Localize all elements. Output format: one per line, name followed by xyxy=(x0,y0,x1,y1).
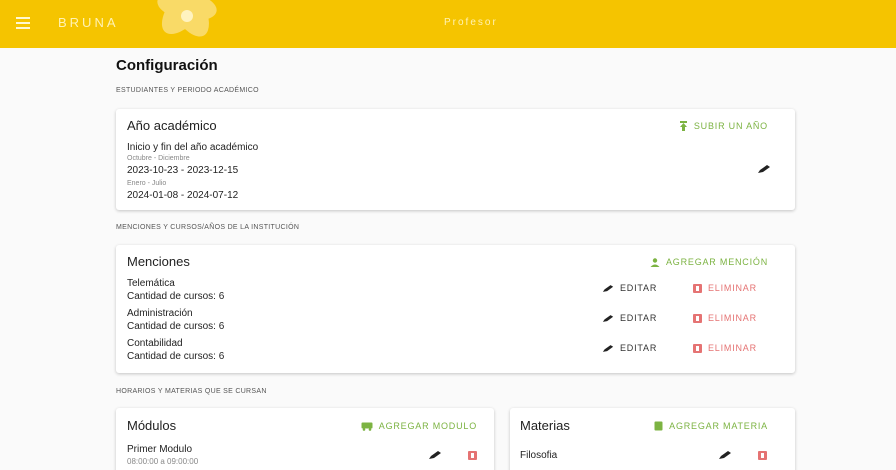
person-add-icon xyxy=(650,257,660,267)
user-role: Profesor xyxy=(444,17,498,28)
level-up-button[interactable]: SUBIR UN AÑO xyxy=(679,121,768,131)
pencil-icon[interactable] xyxy=(718,450,732,460)
delete-button[interactable]: ELIMINAR xyxy=(693,283,757,293)
pencil-icon xyxy=(602,284,614,292)
trash-icon[interactable] xyxy=(468,451,477,460)
brand-name: BRUNA xyxy=(58,15,119,30)
edit-button[interactable]: EDITAR xyxy=(602,343,657,353)
subject-name: Filosofia xyxy=(520,450,558,461)
pencil-icon xyxy=(602,314,614,322)
subjects-card: Materias AGREGAR MATERIA Filosofia xyxy=(510,408,795,470)
pencil-icon[interactable] xyxy=(428,450,442,460)
book-icon xyxy=(654,421,663,431)
delete-button[interactable]: ELIMINAR xyxy=(693,343,757,353)
trash-icon xyxy=(693,343,702,353)
edit-label: EDITAR xyxy=(620,343,658,353)
trash-icon[interactable] xyxy=(758,451,767,460)
delete-label: ELIMINAR xyxy=(708,313,757,323)
mention-name: Telemática xyxy=(127,278,175,289)
delete-button[interactable]: ELIMINAR xyxy=(693,313,757,323)
top-app-bar: BRUNA Profesor xyxy=(0,0,896,48)
edit-label: EDITAR xyxy=(620,283,658,293)
period-range: 2023-10-23 - 2023-12-15 xyxy=(127,165,239,176)
delete-label: ELIMINAR xyxy=(708,283,757,293)
pencil-icon[interactable] xyxy=(757,164,771,174)
section-label-students: ESTUDIANTES Y PERIODO ACADÉMICO xyxy=(116,87,259,94)
academic-year-subtitle: Inicio y fin del año académico xyxy=(127,142,259,153)
mention-courses: Cantidad de cursos: 6 xyxy=(127,291,225,302)
level-up-label: SUBIR UN AÑO xyxy=(693,121,768,131)
add-subject-label: AGREGAR MATERIA xyxy=(669,421,768,431)
edit-label: EDITAR xyxy=(620,313,658,323)
arrow-up-icon xyxy=(679,121,687,131)
period-name: Octubre - Diciembre xyxy=(127,155,190,162)
mentions-title: Menciones xyxy=(127,254,190,269)
academic-year-title: Año académico xyxy=(127,118,217,133)
add-subject-button[interactable]: AGREGAR MATERIA xyxy=(654,421,768,431)
add-module-button[interactable]: AGREGAR MODULO xyxy=(361,421,477,431)
modules-card: Módulos AGREGAR MODULO Primer Modulo 08:… xyxy=(116,408,494,470)
mention-courses: Cantidad de cursos: 6 xyxy=(127,321,225,332)
module-name: Primer Modulo xyxy=(127,444,193,455)
section-label-schedule: HORARIOS Y MATERIAS QUE SE CURSAN xyxy=(116,388,267,395)
module-time: 08:00:00 a 09:00:00 xyxy=(127,457,199,466)
mention-courses: Cantidad de cursos: 6 xyxy=(127,351,225,362)
trash-icon xyxy=(693,283,702,293)
period-name: Enero - Julio xyxy=(127,180,167,187)
flower-logo-decoration xyxy=(157,0,217,37)
section-label-mentions: MENCIONES Y CURSOS/AÑOS DE LA INSTITUCIÓ… xyxy=(116,224,300,231)
mention-name: Contabilidad xyxy=(127,338,183,349)
mention-name: Administración xyxy=(127,308,193,319)
pencil-icon xyxy=(602,344,614,352)
add-mention-label: AGREGAR MENCIÓN xyxy=(665,257,768,267)
delete-label: ELIMINAR xyxy=(708,343,757,353)
edit-button[interactable]: EDITAR xyxy=(602,283,657,293)
bus-icon xyxy=(361,422,373,431)
mentions-card: Menciones AGREGAR MENCIÓN Telemática Can… xyxy=(116,245,795,373)
page-title: Configuración xyxy=(116,57,218,74)
trash-icon xyxy=(693,313,702,323)
add-mention-button[interactable]: AGREGAR MENCIÓN xyxy=(650,257,768,267)
period-range: 2024-01-08 - 2024-07-12 xyxy=(127,190,239,201)
menu-icon[interactable] xyxy=(16,17,30,29)
add-module-label: AGREGAR MODULO xyxy=(378,421,477,431)
subjects-title: Materias xyxy=(520,418,570,433)
edit-button[interactable]: EDITAR xyxy=(602,313,657,323)
modules-title: Módulos xyxy=(127,418,177,433)
academic-year-card: Año académico SUBIR UN AÑO Inicio y fin … xyxy=(116,109,795,210)
